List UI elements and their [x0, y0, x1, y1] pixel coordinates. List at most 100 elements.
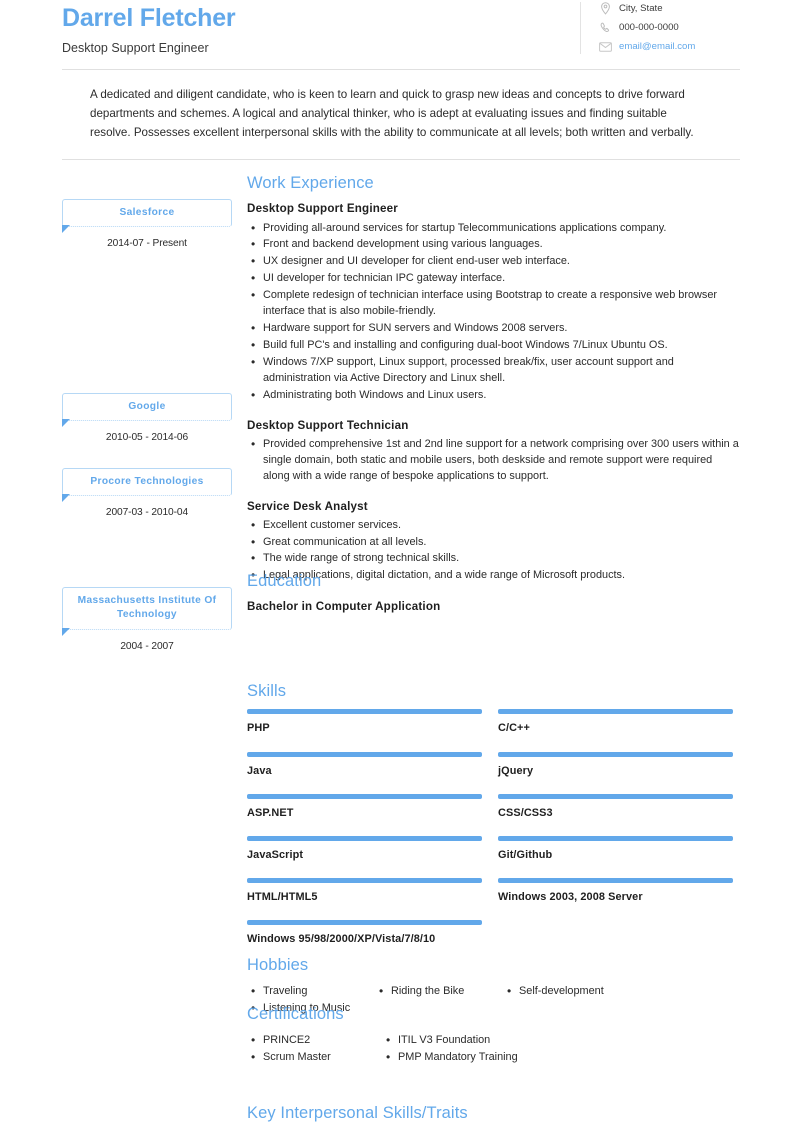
org-box: Google	[62, 393, 232, 428]
skill-name: PHP	[247, 722, 270, 735]
org-box: Massachusetts Institute Of Technology	[62, 587, 232, 636]
list-item: Great communication at all levels.	[247, 534, 740, 551]
section-certifications: Certifications PRINCE2 Scrum Master ITIL…	[247, 1005, 740, 1066]
location-text: City, State	[619, 2, 663, 14]
skill-item: jQuery	[498, 751, 733, 778]
list-item: Excellent customer services.	[247, 517, 740, 534]
list-item: PRINCE2	[247, 1031, 382, 1049]
job-role: Service Desk Analyst	[247, 499, 368, 513]
section-key-interpersonal: Key Interpersonal Skills/Traits	[247, 1104, 740, 1131]
contact-location: City, State	[599, 2, 740, 15]
list-item: Scrum Master	[247, 1048, 382, 1066]
list-item: Riding the Bike	[375, 982, 503, 1000]
phone-icon	[599, 21, 612, 34]
org-block-salesforce: Salesforce 2014-07 - Present	[62, 199, 232, 249]
org-dates: 2007-03 - 2010-04	[105, 507, 189, 519]
job-bullets: Provided comprehensive 1st and 2nd line …	[247, 436, 740, 485]
skill-item: PHP	[247, 709, 482, 735]
contact-phone: 000-000-0000	[599, 21, 740, 34]
skill-name: CSS/CSS3	[498, 806, 553, 819]
degree-title: Bachelor in Computer Application	[247, 600, 441, 614]
section-title-hobbies: Hobbies	[247, 956, 309, 975]
org-box-tail	[62, 494, 70, 503]
org-name: Salesforce	[119, 207, 175, 219]
resume-body: Salesforce 2014-07 - Present Google 2010…	[62, 160, 740, 1122]
full-name: Darrel Fletcher	[62, 4, 236, 32]
skill-item: Windows 95/98/2000/XP/Vista/7/8/10	[247, 919, 482, 946]
contact-email[interactable]: email@email.com	[599, 40, 740, 53]
list-item: UX designer and UI developer for client …	[247, 253, 740, 270]
skill-name: Git/Github	[498, 848, 553, 861]
header-identity: Darrel Fletcher Desktop Support Engineer	[62, 2, 570, 56]
section-title-skills: Skills	[247, 682, 287, 701]
skill-item: C/C++	[498, 709, 733, 735]
section-work-experience: Work Experience Desktop Support Engineer…	[247, 174, 740, 585]
skill-item: HTML/HTML5	[247, 877, 482, 904]
org-box-tail	[62, 419, 70, 428]
org-block-mit: Massachusetts Institute Of Technology 20…	[62, 587, 232, 652]
section-title-education: Education	[247, 572, 322, 591]
org-block-procore: Procore Technologies 2007-03 - 2010-04	[62, 468, 232, 518]
list-item: Build full PC's and installing and confi…	[247, 337, 740, 354]
skill-level-bar	[498, 877, 733, 883]
skill-item: CSS/CSS3	[498, 793, 733, 820]
email-text[interactable]: email@email.com	[619, 42, 695, 52]
org-dates: 2010-05 - 2014-06	[105, 432, 189, 444]
list-item: Windows 7/XP support, Linux support, pro…	[247, 354, 740, 387]
timeline-column: Salesforce 2014-07 - Present Google 2010…	[62, 174, 240, 1074]
skill-name: ASP.NET	[247, 806, 294, 819]
org-name: Google	[128, 401, 166, 413]
section-title-certifications: Certifications	[247, 1005, 344, 1024]
org-dates: 2014-07 - Present	[107, 238, 187, 250]
contact-block: City, State 000-000-0000 email@email.com	[580, 2, 740, 54]
org-dates: 2004 - 2007	[120, 640, 174, 652]
skill-item: ASP.NET	[247, 793, 482, 820]
org-block-google: Google 2010-05 - 2014-06	[62, 393, 232, 443]
certifications-list: PRINCE2 Scrum Master ITIL V3 Foundation …	[247, 1031, 740, 1066]
job-title: Desktop Support Engineer	[62, 41, 209, 55]
job-role: Desktop Support Technician	[247, 418, 409, 432]
phone-text: 000-000-0000	[619, 21, 679, 33]
skill-level-bar	[247, 919, 482, 925]
list-item: Hardware support for SUN servers and Win…	[247, 320, 740, 337]
list-item: Traveling	[247, 982, 375, 1000]
org-box-tail	[62, 225, 70, 234]
skill-level-bar	[498, 835, 733, 841]
skill-item: Java	[247, 751, 482, 778]
map-pin-icon	[599, 2, 612, 15]
list-item: The wide range of strong technical skill…	[247, 550, 740, 567]
skill-name: Java	[247, 764, 272, 777]
skill-item: Windows 2003, 2008 Server	[498, 877, 733, 904]
skill-name: jQuery	[498, 764, 534, 777]
skill-level-bar	[247, 877, 482, 883]
skills-grid: PHP C/C++ Java jQuery ASP.NET CSS/CSS3 J…	[247, 709, 740, 961]
content-column: Work Experience Desktop Support Engineer…	[240, 174, 740, 1122]
org-box: Salesforce	[62, 199, 232, 234]
skill-name: C/C++	[498, 722, 530, 735]
job-bullets: Providing all-around services for startu…	[247, 220, 740, 405]
professional-summary: A dedicated and diligent candidate, who …	[90, 88, 694, 139]
list-item: Administrating both Windows and Linux us…	[247, 387, 740, 404]
skill-level-bar	[498, 709, 733, 715]
skill-level-bar	[247, 835, 482, 841]
list-item: Providing all-around services for startu…	[247, 220, 740, 237]
skill-level-bar	[247, 793, 482, 799]
resume-page: Darrel Fletcher Desktop Support Engineer…	[0, 0, 800, 1122]
skill-level-bar	[498, 751, 733, 757]
org-name: Massachusetts Institute Of Technology	[77, 595, 217, 621]
org-name: Procore Technologies	[90, 476, 204, 488]
section-title-work-experience: Work Experience	[247, 174, 374, 193]
envelope-icon	[599, 40, 612, 53]
list-item: UI developer for technician IPC gateway …	[247, 270, 740, 287]
skill-item: JavaScript	[247, 835, 482, 862]
skill-name: JavaScript	[247, 848, 304, 861]
skill-level-bar	[247, 751, 482, 757]
org-box: Procore Technologies	[62, 468, 232, 503]
list-item: Front and backend development using vari…	[247, 236, 740, 253]
resume-header: Darrel Fletcher Desktop Support Engineer…	[62, 0, 740, 56]
skill-level-bar	[247, 709, 482, 715]
skill-name: Windows 95/98/2000/XP/Vista/7/8/10	[247, 932, 436, 945]
list-item: Self-development	[503, 982, 631, 1000]
section-title-key-interpersonal: Key Interpersonal Skills/Traits	[247, 1104, 468, 1123]
org-box-tail	[62, 627, 70, 636]
